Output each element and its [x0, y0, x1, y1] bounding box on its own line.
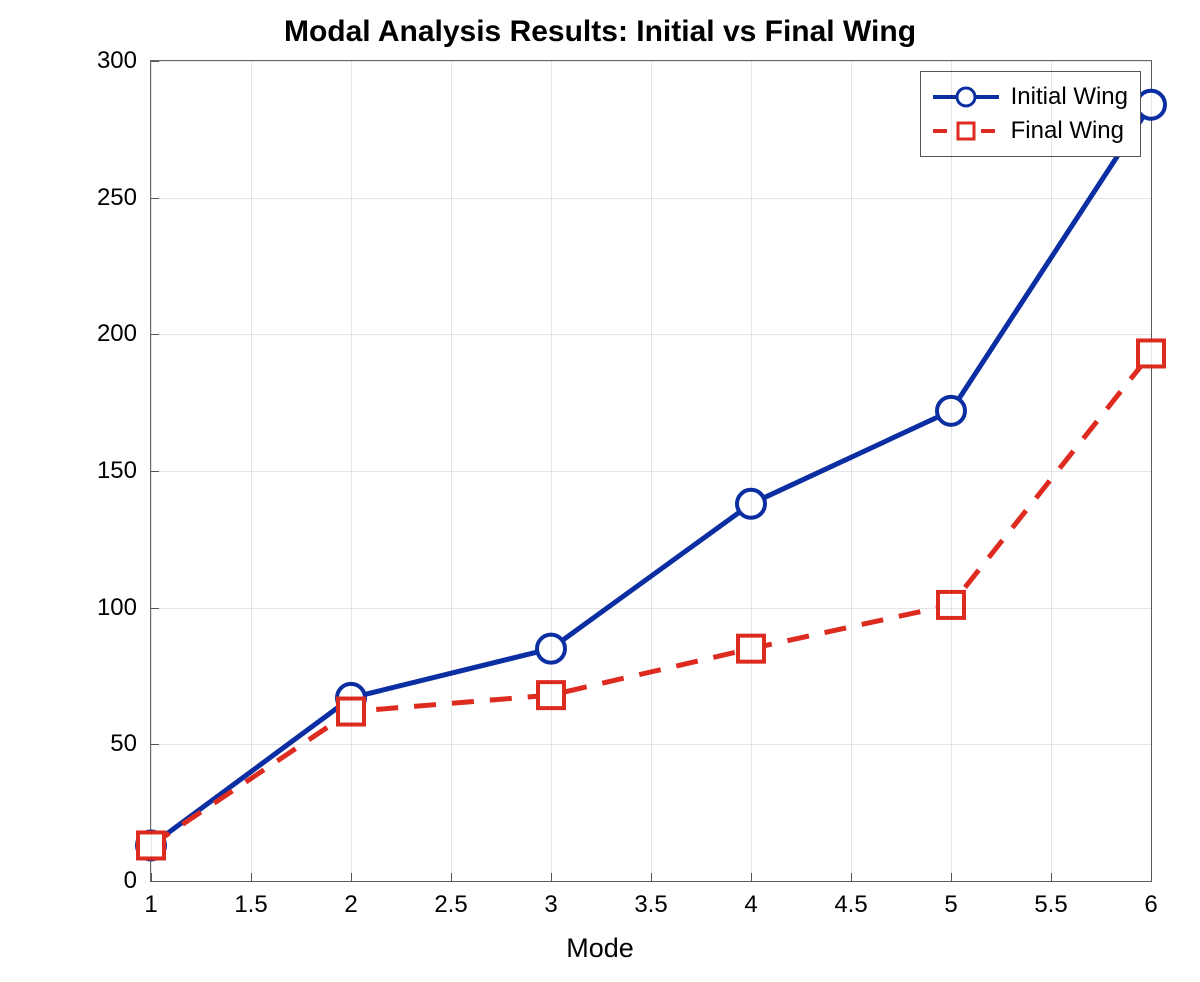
tick-label-x: 2 — [344, 891, 357, 919]
plot-area: Initial Wing Final Wing 11.522.533.544.5… — [150, 60, 1152, 882]
legend-item-0: Initial Wing — [931, 80, 1128, 114]
tick-label-x: 1.5 — [234, 891, 267, 919]
gridline-h — [151, 608, 1151, 609]
tick-x — [1051, 873, 1052, 881]
tick-x — [651, 873, 652, 881]
tick-y — [151, 334, 159, 335]
tick-label-x: 1 — [144, 891, 157, 919]
tick-label-x: 6 — [1144, 891, 1157, 919]
tick-label-x: 3 — [544, 891, 557, 919]
legend-label-0: Initial Wing — [1011, 83, 1128, 111]
tick-y — [151, 881, 159, 882]
x-axis-label: Mode — [0, 933, 1200, 964]
tick-x — [251, 873, 252, 881]
legend-label-1: Final Wing — [1011, 117, 1124, 145]
tick-label-x: 3.5 — [634, 891, 667, 919]
legend-item-1: Final Wing — [931, 114, 1128, 148]
legend: Initial Wing Final Wing — [920, 71, 1141, 157]
tick-x — [351, 873, 352, 881]
tick-x — [551, 873, 552, 881]
chart-title: Modal Analysis Results: Initial vs Final… — [0, 15, 1200, 49]
tick-y — [151, 744, 159, 745]
legend-swatch-1 — [931, 119, 1001, 143]
tick-x — [451, 873, 452, 881]
tick-y — [151, 61, 159, 62]
tick-x — [1151, 873, 1152, 881]
gridline-h — [151, 61, 1151, 62]
tick-label-x: 4.5 — [834, 891, 867, 919]
tick-label-y: 300 — [97, 47, 137, 75]
tick-label-y: 50 — [110, 730, 137, 758]
tick-label-y: 0 — [124, 867, 137, 895]
tick-x — [851, 873, 852, 881]
tick-y — [151, 198, 159, 199]
gridline-h — [151, 881, 1151, 882]
tick-label-y: 250 — [97, 184, 137, 212]
tick-label-y: 200 — [97, 320, 137, 348]
tick-y — [151, 471, 159, 472]
tick-x — [151, 873, 152, 881]
tick-label-y: 150 — [97, 457, 137, 485]
tick-x — [751, 873, 752, 881]
tick-label-x: 4 — [744, 891, 757, 919]
tick-label-x: 2.5 — [434, 891, 467, 919]
legend-swatch-0 — [931, 85, 1001, 109]
legend-swatch-svg — [931, 119, 1001, 143]
gridline-h — [151, 744, 1151, 745]
gridline-h — [151, 198, 1151, 199]
tick-label-y: 100 — [97, 594, 137, 622]
legend-swatch-svg — [931, 85, 1001, 109]
gridline-v — [1151, 61, 1152, 881]
chart-container: Modal Analysis Results: Initial vs Final… — [0, 0, 1200, 982]
tick-y — [151, 608, 159, 609]
tick-label-x: 5.5 — [1034, 891, 1067, 919]
gridline-h — [151, 334, 1151, 335]
gridline-h — [151, 471, 1151, 472]
tick-x — [951, 873, 952, 881]
tick-label-x: 5 — [944, 891, 957, 919]
